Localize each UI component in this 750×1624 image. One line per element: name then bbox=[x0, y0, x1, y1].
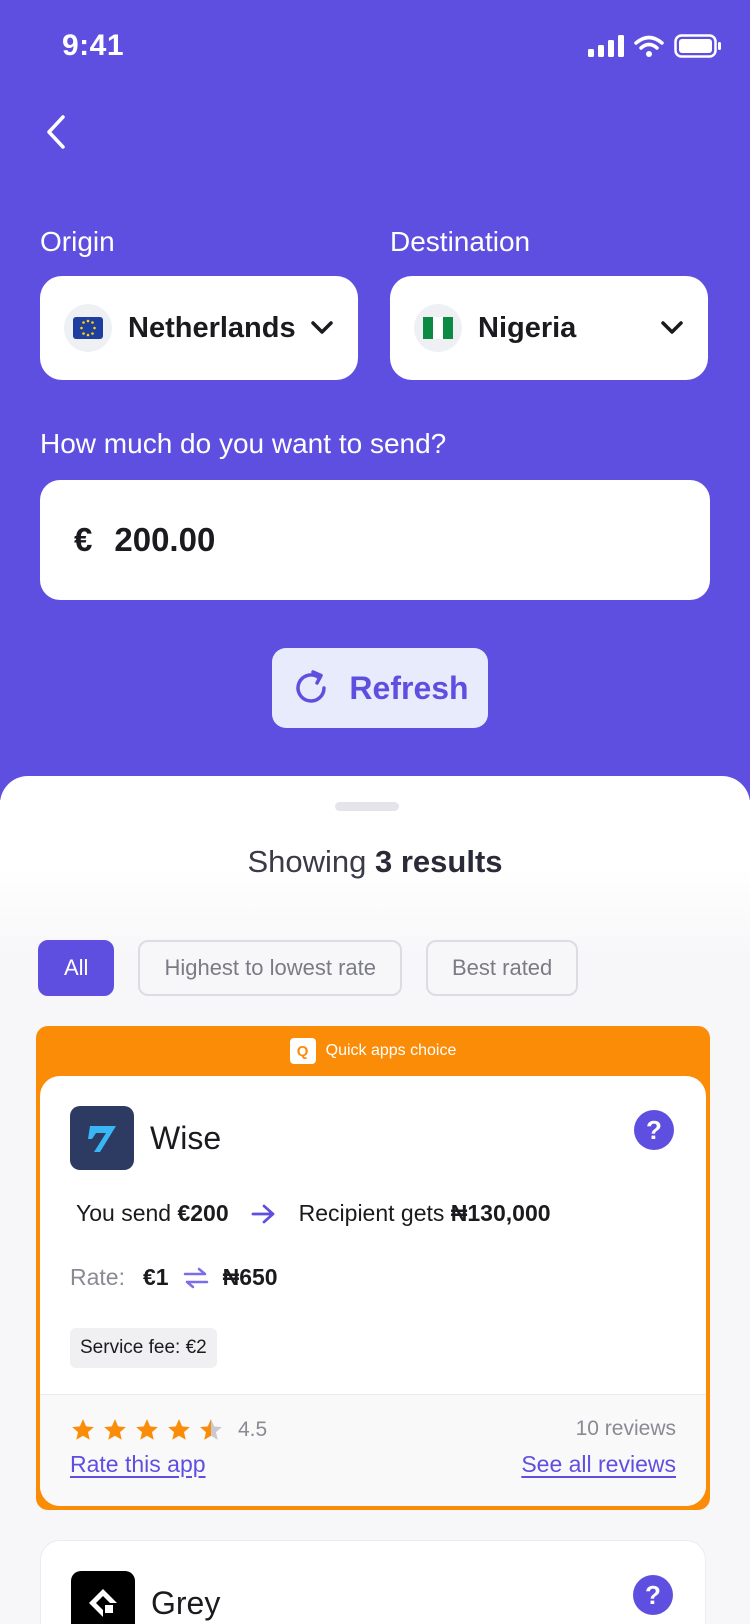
help-icon[interactable]: ? bbox=[634, 1110, 674, 1150]
filter-best-rated[interactable]: Best rated bbox=[426, 940, 579, 996]
grey-logo-icon bbox=[71, 1571, 135, 1624]
star-icon bbox=[168, 1419, 190, 1440]
star-icon bbox=[104, 1419, 126, 1440]
origin-label: Origin bbox=[40, 226, 115, 257]
status-time: 9:41 bbox=[62, 29, 125, 62]
origin-select[interactable]: Netherlands bbox=[40, 276, 358, 380]
half-star-icon bbox=[200, 1419, 222, 1440]
filter-chips: All Highest to lowest rate Best rated bbox=[38, 940, 579, 996]
star-icon bbox=[72, 1419, 94, 1440]
destination-select[interactable]: Nigeria bbox=[390, 276, 708, 380]
refresh-button[interactable]: Refresh bbox=[272, 648, 488, 728]
quick-apps-logo-icon: Q bbox=[289, 1038, 316, 1064]
chevron-left-icon bbox=[47, 115, 65, 149]
results-count-value: 3 results bbox=[375, 844, 503, 879]
signal-icon bbox=[588, 35, 624, 57]
arrow-right-icon bbox=[251, 1203, 277, 1225]
provider-card-wise[interactable]: Wise ? You send €200 Recipient gets ₦130… bbox=[40, 1076, 706, 1506]
refresh-icon bbox=[296, 670, 327, 703]
see-all-reviews-link[interactable]: See all reviews bbox=[521, 1451, 676, 1478]
amount-input[interactable]: € 200.00 bbox=[40, 480, 710, 600]
destination-label: Destination bbox=[390, 226, 531, 257]
results-count: Showing 3 results bbox=[0, 844, 750, 880]
wifi-icon bbox=[634, 35, 664, 57]
header-panel: 9:41 Origin Destination Netherlands Nige… bbox=[0, 0, 750, 800]
receive-amount: ₦130,000 bbox=[450, 1200, 551, 1226]
rate-to: ₦650 bbox=[222, 1264, 278, 1290]
status-icons bbox=[588, 34, 722, 58]
status-bar: 9:41 bbox=[62, 26, 722, 66]
battery-icon bbox=[674, 34, 721, 58]
destination-country: Nigeria bbox=[478, 311, 577, 344]
receive-prefix: Recipient gets bbox=[298, 1200, 445, 1226]
review-count: 10 reviews bbox=[575, 1417, 676, 1440]
star-rating: 4.5 bbox=[70, 1417, 267, 1443]
nigeria-flag-icon bbox=[414, 304, 462, 352]
eu-flag-icon bbox=[64, 304, 112, 352]
chevron-down-icon bbox=[310, 320, 334, 336]
refresh-label: Refresh bbox=[349, 669, 469, 706]
rate-label: Rate: bbox=[70, 1264, 125, 1290]
send-summary: You send €200 Recipient gets ₦130,000 bbox=[76, 1200, 551, 1227]
swap-arrows-icon bbox=[183, 1267, 209, 1289]
wise-logo-icon bbox=[70, 1106, 134, 1170]
filter-highest-rate[interactable]: Highest to lowest rate bbox=[138, 940, 402, 996]
rating-footer: 4.5 Rate this app 10 reviews See all rev… bbox=[40, 1394, 706, 1506]
send-prefix: You send bbox=[76, 1200, 172, 1226]
results-sheet: Showing 3 results All Highest to lowest … bbox=[0, 776, 750, 1624]
quick-apps-label: Quick apps choice bbox=[325, 1042, 457, 1059]
back-button[interactable] bbox=[36, 108, 76, 156]
rate-from: €1 bbox=[142, 1264, 169, 1290]
featured-card-frame: Q Quick apps choice Wise ? You send €200… bbox=[36, 1026, 710, 1510]
rate-this-app-link[interactable]: Rate this app bbox=[70, 1451, 206, 1478]
amount-value: 200.00 bbox=[114, 521, 216, 558]
results-prefix: Showing bbox=[247, 844, 367, 879]
provider-name: Grey bbox=[151, 1585, 221, 1621]
send-amount: €200 bbox=[177, 1200, 229, 1226]
help-icon[interactable]: ? bbox=[633, 1575, 673, 1615]
origin-country: Netherlands bbox=[128, 311, 296, 344]
provider-card-grey[interactable]: Grey ? bbox=[40, 1540, 706, 1624]
exchange-rate: Rate: €1 ₦650 bbox=[70, 1264, 278, 1291]
star-icon bbox=[136, 1419, 158, 1440]
sheet-handle[interactable] bbox=[335, 802, 399, 811]
chevron-down-icon bbox=[660, 320, 684, 336]
rating-value: 4.5 bbox=[238, 1418, 268, 1441]
quick-apps-badge: Q Quick apps choice bbox=[36, 1038, 710, 1064]
provider-name: Wise bbox=[150, 1120, 222, 1156]
amount-question: How much do you want to send? bbox=[40, 428, 447, 459]
currency-symbol: € bbox=[74, 521, 93, 558]
filter-all[interactable]: All bbox=[38, 940, 115, 996]
service-fee-badge: Service fee: €2 bbox=[70, 1328, 217, 1368]
